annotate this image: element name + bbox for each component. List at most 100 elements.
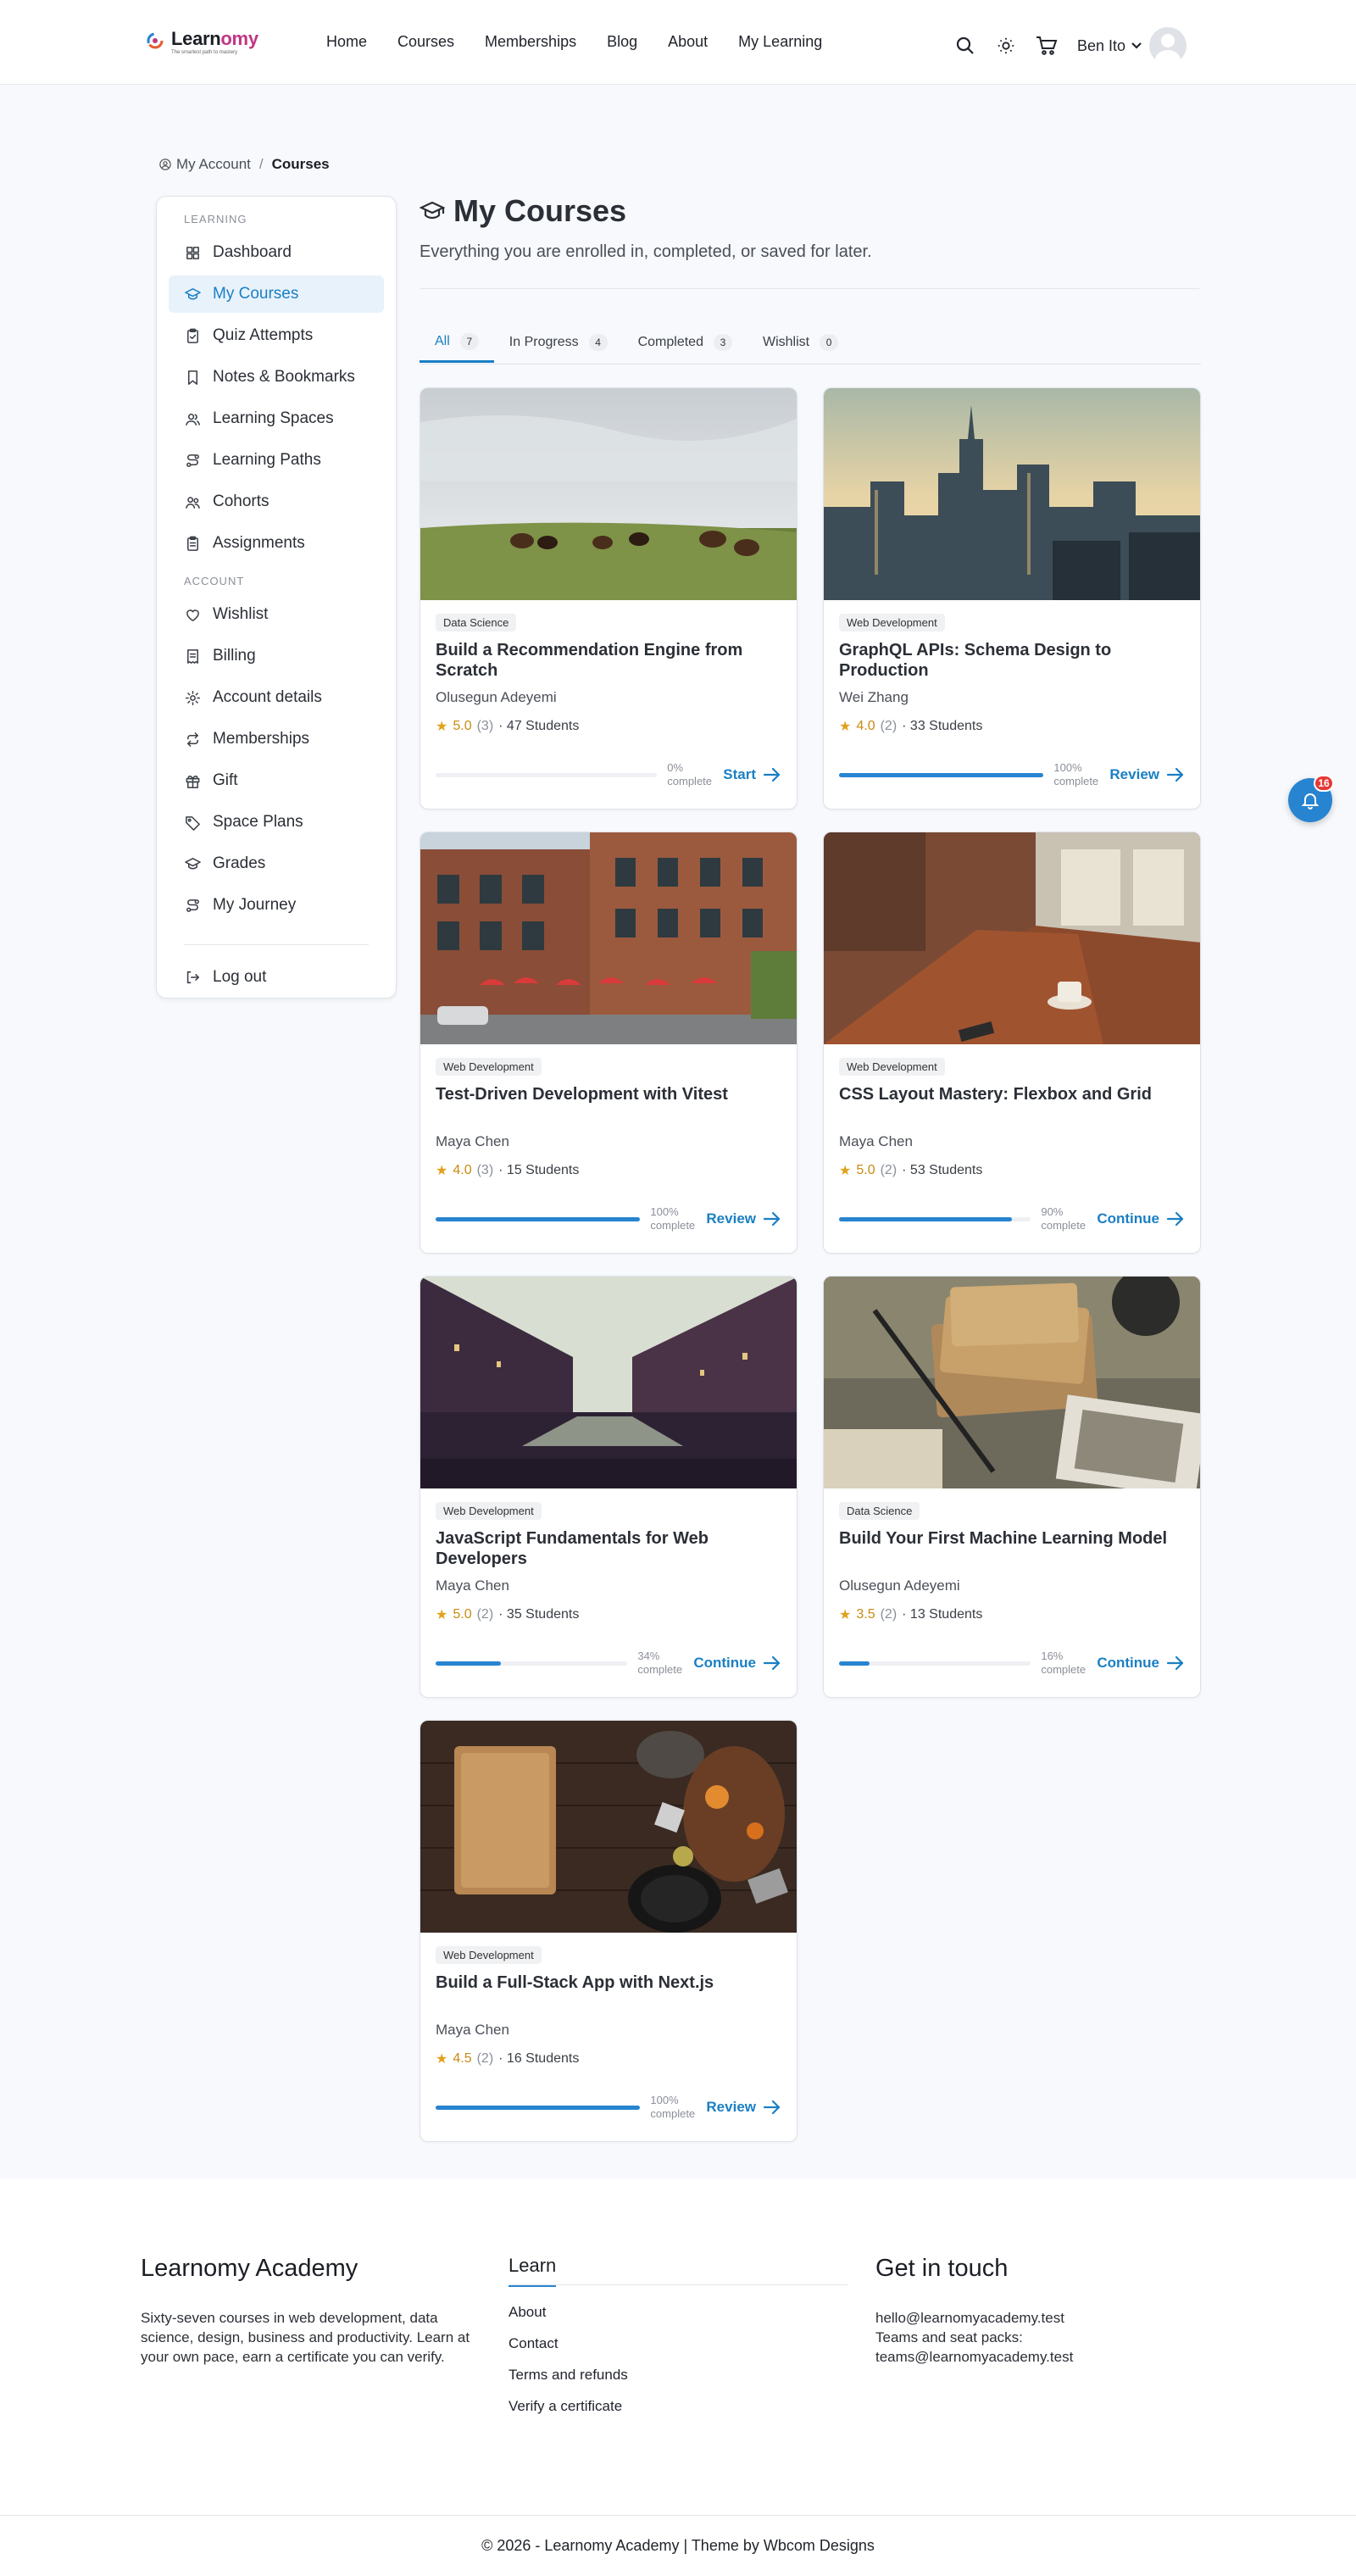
- course-action-button[interactable]: Continue: [693, 1655, 781, 1672]
- course-progress: 100% complete Review: [839, 761, 1185, 788]
- course-card[interactable]: Data Science Build a Recommendation Engin…: [420, 387, 797, 810]
- rating-count: (3): [476, 1163, 494, 1177]
- course-thumbnail[interactable]: [824, 388, 1200, 600]
- sidebar-item-my-journey[interactable]: My Journey: [169, 887, 384, 924]
- course-card[interactable]: Data Science Build Your First Machine Lea…: [823, 1276, 1201, 1698]
- course-thumbnail[interactable]: [420, 832, 797, 1044]
- course-action-button[interactable]: Review: [706, 1210, 781, 1227]
- logo-wordmark: Learnomy The smartest path to mastery: [171, 28, 258, 56]
- nav-my-learning[interactable]: My Learning: [738, 31, 822, 52]
- star-icon: ★: [839, 1164, 852, 1178]
- footer-link-verify[interactable]: Verify a certificate: [508, 2398, 848, 2415]
- nav-courses[interactable]: Courses: [397, 31, 454, 52]
- tab-wishlist[interactable]: Wishlist 0: [747, 322, 853, 363]
- footer-link-terms[interactable]: Terms and refunds: [508, 2367, 848, 2384]
- course-action-button[interactable]: Review: [1109, 766, 1185, 783]
- star-icon: ★: [839, 720, 852, 734]
- avatar[interactable]: [1149, 27, 1186, 64]
- progress-percent: 0% complete: [667, 761, 723, 788]
- sidebar-item-billing[interactable]: Billing: [169, 637, 384, 675]
- course-title[interactable]: GraphQL APIs: Schema Design to Productio…: [839, 640, 1185, 681]
- course-title[interactable]: Build Your First Machine Learning Model: [839, 1528, 1185, 1569]
- arrow-right-icon: [756, 1655, 781, 1671]
- progress-percent-suffix: complete: [637, 1663, 683, 1676]
- site-header: Learnomy The smartest path to mastery Ho…: [0, 0, 1356, 85]
- course-card[interactable]: Web Development CSS Layout Mastery: Flexb…: [823, 832, 1201, 1254]
- course-thumbnail[interactable]: [420, 388, 797, 600]
- course-action-label: Review: [706, 2099, 756, 2115]
- tab-all[interactable]: All 7: [420, 322, 494, 363]
- course-title[interactable]: Test-Driven Development with Vitest: [436, 1084, 781, 1125]
- sidebar-item-label: Account details: [213, 688, 322, 706]
- star-icon: ★: [436, 1164, 448, 1178]
- course-action-button[interactable]: Review: [706, 2099, 781, 2116]
- user-menu[interactable]: Ben Ito: [1077, 27, 1186, 64]
- sidebar-item-quiz-attempts[interactable]: Quiz Attempts: [169, 317, 384, 354]
- receipt-icon: [184, 648, 201, 665]
- page-title: My Courses: [420, 193, 626, 229]
- progress-percent-suffix: complete: [1041, 1219, 1086, 1232]
- sidebar-item-label: My Journey: [213, 896, 297, 914]
- nav-blog[interactable]: Blog: [607, 31, 637, 52]
- course-action-button[interactable]: Continue: [1097, 1210, 1185, 1227]
- sidebar-item-label: Billing: [213, 647, 256, 665]
- course-title[interactable]: Build a Recommendation Engine from Scrat…: [436, 640, 781, 681]
- course-action-button[interactable]: Continue: [1097, 1655, 1185, 1672]
- footer-link-contact[interactable]: Contact: [508, 2335, 848, 2352]
- arrow-right-icon: [1159, 1655, 1185, 1671]
- sidebar-item-my-courses[interactable]: My Courses: [169, 275, 384, 313]
- sidebar-item-grades[interactable]: Grades: [169, 845, 384, 882]
- sidebar-item-learning-spaces[interactable]: Learning Spaces: [169, 400, 384, 437]
- sidebar-item-learning-paths[interactable]: Learning Paths: [169, 442, 384, 479]
- logo[interactable]: Learnomy The smartest path to mastery: [146, 28, 258, 56]
- course-card-body: Web Development Test-Driven Development w…: [420, 1044, 797, 1253]
- breadcrumb-current: Courses: [271, 156, 330, 172]
- rating-score: 4.0: [453, 1163, 472, 1177]
- progress-percent-value: 0%: [667, 761, 684, 774]
- course-thumbnail[interactable]: [420, 1277, 797, 1488]
- dashboard-icon: [184, 244, 201, 261]
- footer-teams-email[interactable]: teams@learnomyacademy.test: [875, 2347, 1214, 2367]
- sidebar-item-space-plans[interactable]: Space Plans: [169, 804, 384, 841]
- breadcrumb-root[interactable]: My Account: [176, 156, 251, 173]
- course-title[interactable]: CSS Layout Mastery: Flexbox and Grid: [839, 1084, 1185, 1125]
- tab-completed[interactable]: Completed 3: [623, 322, 747, 363]
- course-title[interactable]: JavaScript Fundamentals for Web Develope…: [436, 1528, 781, 1569]
- nav-home[interactable]: Home: [326, 31, 367, 52]
- sidebar-item-assignments[interactable]: Assignments: [169, 525, 384, 562]
- breadcrumb: My Account / Courses: [159, 156, 330, 173]
- footer-link-about[interactable]: About: [508, 2304, 848, 2321]
- course-card[interactable]: Web Development JavaScript Fundamentals f…: [420, 1276, 797, 1698]
- search-icon[interactable]: [953, 34, 977, 58]
- nav-memberships[interactable]: Memberships: [485, 31, 576, 52]
- sidebar-item-logout[interactable]: Log out: [169, 959, 384, 996]
- nav-about[interactable]: About: [668, 31, 708, 52]
- course-card[interactable]: Web Development Test-Driven Development w…: [420, 832, 797, 1254]
- course-thumbnail[interactable]: [420, 1721, 797, 1933]
- sidebar-item-cohorts[interactable]: Cohorts: [169, 483, 384, 520]
- course-card[interactable]: Web Development GraphQL APIs: Schema Desi…: [823, 387, 1201, 810]
- course-action-button[interactable]: Start: [723, 766, 781, 783]
- sidebar-item-memberships[interactable]: Memberships: [169, 721, 384, 758]
- course-title[interactable]: Build a Full-Stack App with Next.js: [436, 1972, 781, 2013]
- course-card[interactable]: Web Development Build a Full-Stack App wi…: [420, 1720, 797, 2142]
- sidebar-item-label: My Courses: [213, 285, 299, 303]
- course-thumbnail[interactable]: [824, 1277, 1200, 1488]
- cart-icon[interactable]: [1035, 34, 1059, 58]
- rating-count: (2): [476, 2051, 494, 2066]
- student-count: · 53 Students: [902, 1163, 983, 1177]
- rating-count: (2): [880, 719, 898, 733]
- sidebar-item-account-details[interactable]: Account details: [169, 679, 384, 716]
- sidebar-item-wishlist[interactable]: Wishlist: [169, 596, 384, 633]
- sidebar-item-gift[interactable]: Gift: [169, 762, 384, 799]
- sidebar-item-notes-bookmarks[interactable]: Notes & Bookmarks: [169, 359, 384, 396]
- sidebar-item-dashboard[interactable]: Dashboard: [169, 234, 384, 271]
- theme-credit-link[interactable]: Wbcom Designs: [764, 2537, 875, 2555]
- tab-in-progress[interactable]: In Progress 4: [494, 322, 623, 363]
- sidebar-item-label: Wishlist: [213, 605, 269, 623]
- theme-toggle-sun-icon[interactable]: [994, 34, 1018, 58]
- footer-email[interactable]: hello@learnomyacademy.test: [875, 2308, 1214, 2328]
- course-author: Maya Chen: [436, 2022, 509, 2038]
- course-thumbnail[interactable]: [824, 832, 1200, 1044]
- student-count: · 33 Students: [902, 719, 983, 733]
